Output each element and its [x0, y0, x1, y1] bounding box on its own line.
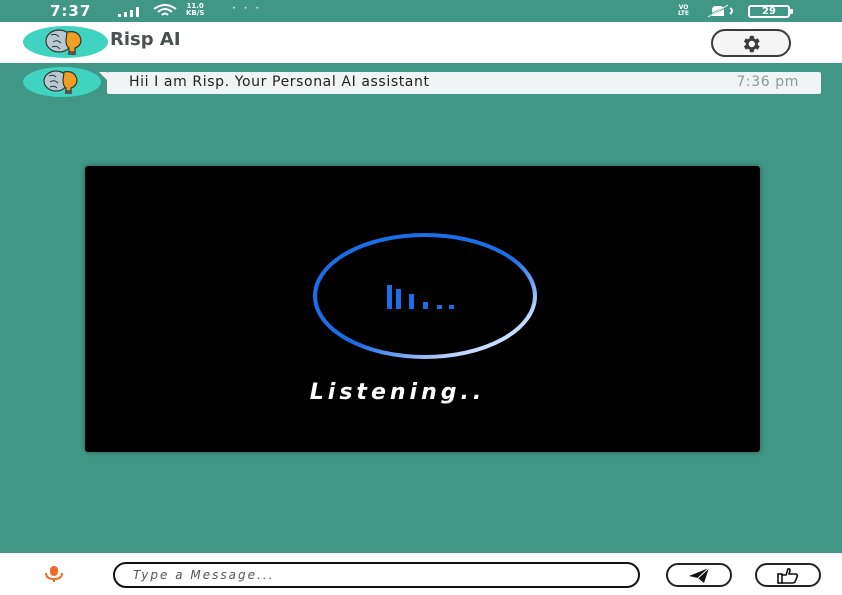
volte-indicator: VO LTE — [678, 5, 689, 17]
app-logo — [23, 26, 108, 58]
send-icon — [689, 567, 710, 583]
mute-icon — [707, 4, 733, 18]
gear-icon — [743, 35, 760, 53]
app-title: Risp AI — [110, 29, 181, 50]
message-text: Hii I am Risp. Your Personal AI assistan… — [129, 74, 430, 90]
message-input[interactable] — [113, 562, 640, 588]
bot-avatar — [23, 67, 101, 97]
status-time: 7:37 — [50, 2, 92, 20]
net-speed-unit: KB/S — [186, 9, 205, 17]
send-button[interactable] — [666, 563, 732, 587]
brain-bulb-icon — [45, 29, 82, 55]
app-bar: Risp AI — [0, 22, 842, 63]
brain-bulb-icon — [43, 70, 78, 94]
status-bar: 7:37 11.0 KB/S · · · VO LTE 29 — [0, 0, 842, 22]
message-time: 7:36 pm — [736, 74, 799, 90]
audio-level-icon — [387, 285, 454, 309]
like-button[interactable] — [755, 563, 821, 587]
volte-bottom: LTE — [678, 10, 690, 17]
net-speed: 11.0 KB/S — [186, 3, 204, 17]
wifi-icon — [153, 4, 177, 16]
battery-indicator: 29 — [748, 5, 793, 18]
listening-dialog: Listening.. — [85, 166, 760, 452]
bottom-bar — [0, 553, 842, 595]
listening-status: Listening.. — [309, 380, 486, 405]
settings-button[interactable] — [711, 29, 791, 57]
thumbs-up-icon — [777, 567, 799, 584]
signal-icon — [118, 7, 139, 17]
more-notifications: · · · — [232, 1, 262, 15]
chat-message: Hii I am Risp. Your Personal AI assistan… — [99, 72, 821, 94]
microphone-icon[interactable] — [42, 565, 66, 583]
